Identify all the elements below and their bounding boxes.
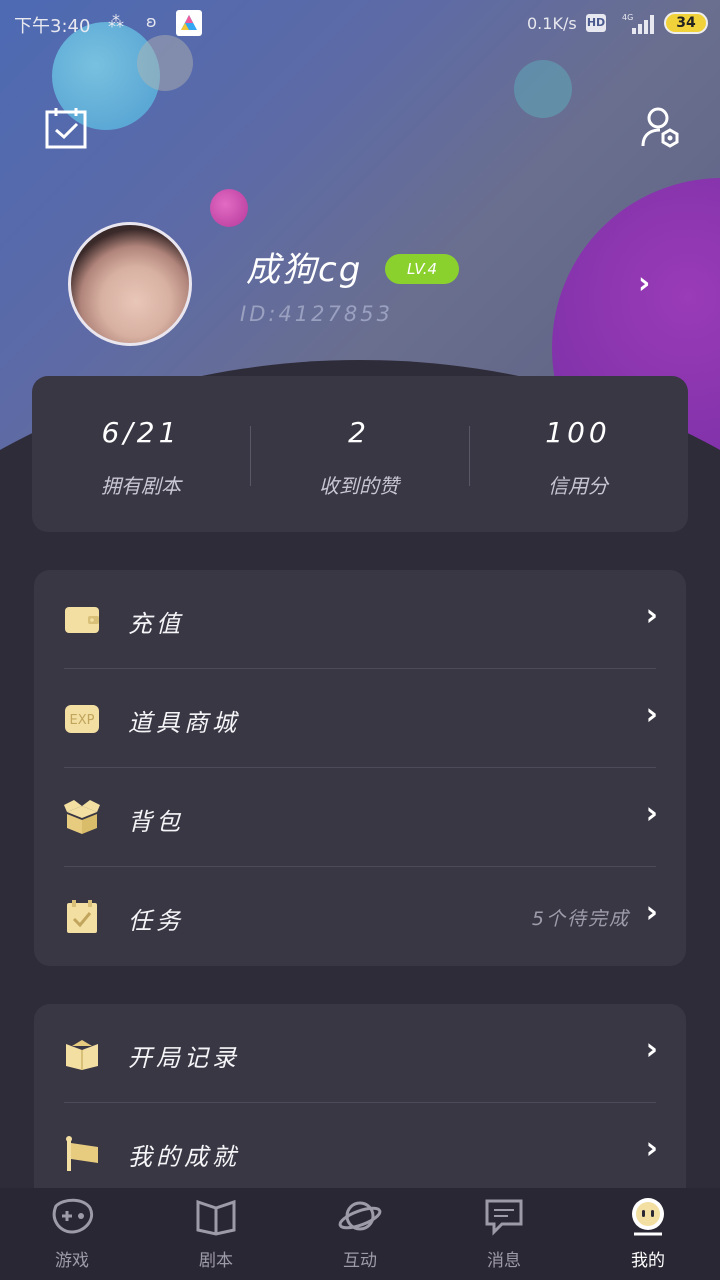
wallet-icon [65,607,99,633]
status-time: 下午3:40 [14,16,91,37]
cat-notification-icon: ʚ [146,12,157,31]
status-bar: 下午3:40 ⁂ ʚ 0.1K/s HD 4G 34 [0,0,720,48]
signal-icon: 4G [622,13,654,34]
stat-value: 6/21 [101,416,181,449]
exp-shop-icon: EXP [65,705,99,733]
user-id: ID:4127853 [240,302,393,326]
hd-badge: HD [586,14,606,32]
menu-label: 道具商城 [128,709,240,737]
chevron-right-icon: › [645,796,658,831]
avatar[interactable] [68,222,192,346]
task-icon [67,900,97,933]
stat-label: 信用分 [548,474,608,498]
chevron-right-icon: › [645,895,658,930]
level-badge: LV.4 [385,254,459,284]
decor-bubble [514,60,572,118]
menu-label: 开局记录 [128,1044,240,1072]
planet-icon [338,1201,382,1231]
menu-label: 充值 [128,610,184,638]
notification-icon: ⁂ [108,12,124,31]
decor-bubble [210,189,248,227]
tab-label: 游戏 [55,1251,89,1271]
book-open-icon [196,1199,236,1236]
menu-item-backpack[interactable]: 背包 › [34,768,686,867]
tab-label: 互动 [343,1251,377,1271]
menu-label: 背包 [128,808,184,836]
stat-label: 收到的赞 [319,474,399,498]
menu-item-game-records[interactable]: 开局记录 › [34,1004,686,1103]
tab-interact[interactable]: 互动 [288,1188,432,1280]
pending-tasks-note: 5个待完成 [531,908,630,930]
app-notification-icon [176,10,202,36]
network-speed: 0.1K/s [527,14,577,33]
tab-messages[interactable]: 消息 [432,1188,576,1280]
menu-item-tasks[interactable]: 任务 5个待完成 › [34,867,686,966]
stat-value: 100 [545,416,611,449]
tab-game[interactable]: 游戏 [0,1188,144,1280]
me-face-icon [632,1198,664,1236]
tab-label: 剧本 [199,1251,233,1271]
stats-card: 6/21 拥有剧本 2 收到的赞 100 信用分 [32,376,688,532]
tab-label: 我的 [631,1251,665,1271]
tab-label: 消息 [487,1251,521,1271]
profile-chevron-right-icon[interactable]: › [638,266,650,301]
menu-label: 我的成就 [128,1143,240,1171]
bottom-tab-bar: 游戏 剧本 互动 消息 我的 [0,1188,720,1280]
chevron-right-icon: › [645,1032,658,1067]
chevron-right-icon: › [645,697,658,732]
game-icon [52,1198,93,1234]
menu-item-item-shop[interactable]: EXP 道具商城 › [34,669,686,768]
book-icon [66,1040,98,1070]
stat-credit[interactable]: 100 信用分 [469,376,687,532]
chat-bubble-icon [485,1199,523,1236]
svg-text:4G: 4G [622,13,633,22]
stat-likes[interactable]: 2 收到的赞 [250,376,468,532]
svg-text:EXP: EXP [70,713,95,728]
menu-card-secondary: 开局记录 › 我的成就 › [34,1004,686,1204]
menu-label: 任务 [128,907,184,935]
flag-icon [66,1136,98,1171]
tab-me[interactable]: 我的 [576,1188,720,1280]
menu-item-recharge[interactable]: 充值 › [34,570,686,669]
username: 成狗cg [246,250,363,290]
user-settings-icon[interactable] [640,106,682,154]
tab-scripts[interactable]: 剧本 [144,1188,288,1280]
menu-card-primary: 充值 › EXP 道具商城 › 背包 › 任务 5个待完成 › [34,570,686,966]
chevron-right-icon: › [645,598,658,633]
stat-scripts[interactable]: 6/21 拥有剧本 [32,376,250,532]
battery-indicator: 34 [664,12,708,34]
box-icon [64,800,100,834]
calendar-checkin-icon[interactable] [44,106,90,154]
chevron-right-icon: › [645,1131,658,1166]
stat-label: 拥有剧本 [101,474,181,498]
stat-value: 2 [348,416,370,449]
